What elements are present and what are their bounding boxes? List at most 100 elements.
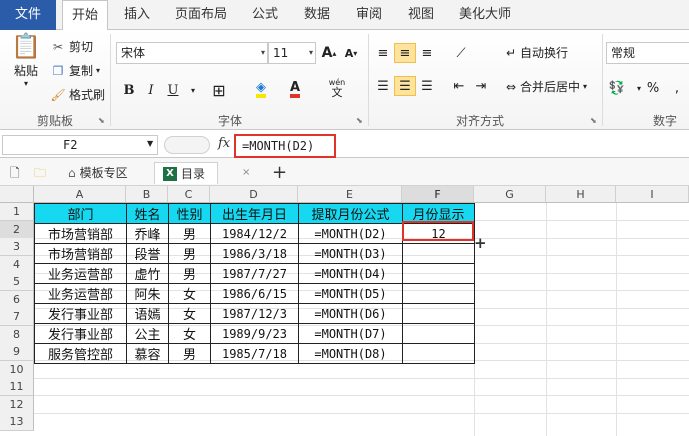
font-launcher-icon[interactable]: ⬊ [356,116,363,125]
add-tab-icon[interactable]: + [272,162,287,184]
tab-data[interactable]: 数据 [296,0,338,30]
tab-beautify[interactable]: 美化大师 [452,0,518,30]
cell-department[interactable]: 业务运营部 [34,263,127,284]
cell-formula[interactable]: =MONTH(D3) [298,243,403,264]
grow-font-button[interactable]: A ▴ [318,43,340,63]
cell-month[interactable] [402,343,475,364]
cell-birthdate[interactable]: 1984/12/2 [210,223,299,244]
row-header[interactable]: 13 [0,413,34,431]
increase-indent-icon[interactable]: ⇥ [470,76,492,96]
doc-tab-catalog[interactable]: X 目录 [154,162,219,184]
font-name-select[interactable]: 宋体 ▾ [116,42,268,64]
align-middle-icon[interactable]: ≡ [394,43,416,63]
cell-gender[interactable]: 女 [168,283,211,304]
currency-icon[interactable]: 💱 [606,78,628,98]
cell-name[interactable]: 段誉 [126,243,169,264]
column-header-e[interactable]: E [298,186,402,203]
cut-button[interactable]: ✂ 剪切 [50,38,93,55]
tab-insert[interactable]: 插入 [116,0,158,30]
cell-birthdate[interactable]: 1986/3/18 [210,243,299,264]
row-header[interactable]: 8 [0,326,34,344]
format-painter-button[interactable]: 🖌 格式刷 [50,86,105,103]
doc-tab-templates[interactable]: ⌂ 模板专区 [68,162,128,184]
cell-department[interactable]: 发行事业部 [34,303,127,324]
new-doc-icon[interactable]: 🗋 [10,162,20,184]
tab-review[interactable]: 审阅 [348,0,390,30]
cell-gender[interactable]: 女 [168,323,211,344]
row-header[interactable]: 11 [0,378,34,396]
cell-formula[interactable]: =MONTH(D2) [298,223,403,244]
cell-birthdate[interactable]: 1986/6/15 [210,283,299,304]
cell-gender[interactable]: 男 [168,243,211,264]
align-center-icon[interactable]: ☰ [394,76,416,96]
cell-birthdate[interactable]: 1987/7/27 [210,263,299,284]
close-icon[interactable]: × [242,162,250,184]
cell-name[interactable]: 乔峰 [126,223,169,244]
percent-button[interactable]: % [642,78,664,98]
column-header-a[interactable]: A [34,186,126,203]
comma-button[interactable]: , [666,78,688,98]
align-bottom-icon[interactable]: ≡ [416,43,438,63]
decrease-indent-icon[interactable]: ⇤ [448,76,470,96]
row-header[interactable]: 10 [0,361,34,379]
cell-department[interactable]: 市场营销部 [34,223,127,244]
cell-formula[interactable]: =MONTH(D8) [298,343,403,364]
cell-month[interactable] [402,323,475,344]
cell-name[interactable]: 公主 [126,323,169,344]
column-header-f[interactable]: F [402,186,474,203]
copy-button[interactable]: ❐ 复制 ▾ [50,62,100,79]
clipboard-launcher-icon[interactable]: ⬊ [98,116,105,125]
tab-page-layout[interactable]: 页面布局 [168,0,234,30]
chevron-down-icon[interactable]: ▾ [182,80,204,100]
italic-button[interactable]: I [140,80,162,100]
font-color-icon[interactable]: A [284,80,306,100]
cell-department[interactable]: 发行事业部 [34,323,127,344]
cell-month[interactable] [402,283,475,304]
tab-file[interactable]: 文件 [0,0,56,30]
bold-button[interactable]: B [118,80,140,100]
column-header-i[interactable]: I [616,186,689,203]
cell-formula[interactable]: =MONTH(D5) [298,283,403,304]
cell-formula[interactable]: =MONTH(D4) [298,263,403,284]
orientation-icon[interactable]: ⟋ [450,43,472,63]
insert-function-icon[interactable]: fx [218,136,230,151]
cell-gender[interactable]: 男 [168,263,211,284]
cell-month[interactable] [402,263,475,284]
align-top-icon[interactable]: ≡ [372,43,394,63]
row-header[interactable]: 5 [0,273,34,291]
header-cell-gender[interactable]: 性别 [168,203,211,224]
merge-center-button[interactable]: ⇔ 合并后居中 ▾ [502,78,587,95]
formula-splitter[interactable] [164,136,210,154]
name-box[interactable]: F2 [2,135,158,155]
row-header[interactable]: 9 [0,343,34,361]
cell-name[interactable]: 语嫣 [126,303,169,324]
tab-formulas[interactable]: 公式 [244,0,286,30]
row-header[interactable]: 1 [0,203,34,221]
cell-gender[interactable]: 男 [168,223,211,244]
tab-home[interactable]: 开始 [62,0,108,31]
border-icon[interactable]: ⊞ [208,80,230,100]
column-header-d[interactable]: D [210,186,298,203]
select-all-corner[interactable] [0,186,34,203]
phonetic-button[interactable]: wén 文 [326,78,348,98]
row-header[interactable]: 7 [0,308,34,326]
cell-gender[interactable]: 女 [168,303,211,324]
column-header-g[interactable]: G [474,186,546,203]
column-header-c[interactable]: C [168,186,210,203]
header-cell-birthdate[interactable]: 出生年月日 [210,203,299,224]
cell-formula[interactable]: =MONTH(D6) [298,303,403,324]
row-header[interactable]: 4 [0,256,34,274]
wrap-text-button[interactable]: ↵ 自动换行 [502,44,568,61]
font-size-select[interactable]: 11 ▾ [268,42,316,64]
number-format-select[interactable]: 常规 [606,42,689,64]
underline-button[interactable]: U [162,80,184,100]
row-header[interactable]: 2 [0,221,34,239]
cell-department[interactable]: 市场营销部 [34,243,127,264]
column-header-h[interactable]: H [546,186,616,203]
cell-birthdate[interactable]: 1989/9/23 [210,323,299,344]
tab-view[interactable]: 视图 [400,0,442,30]
cell-department[interactable]: 业务运营部 [34,283,127,304]
cell-birthdate[interactable]: 1985/7/18 [210,343,299,364]
cell-name[interactable]: 慕容 [126,343,169,364]
cell-name[interactable]: 虚竹 [126,263,169,284]
